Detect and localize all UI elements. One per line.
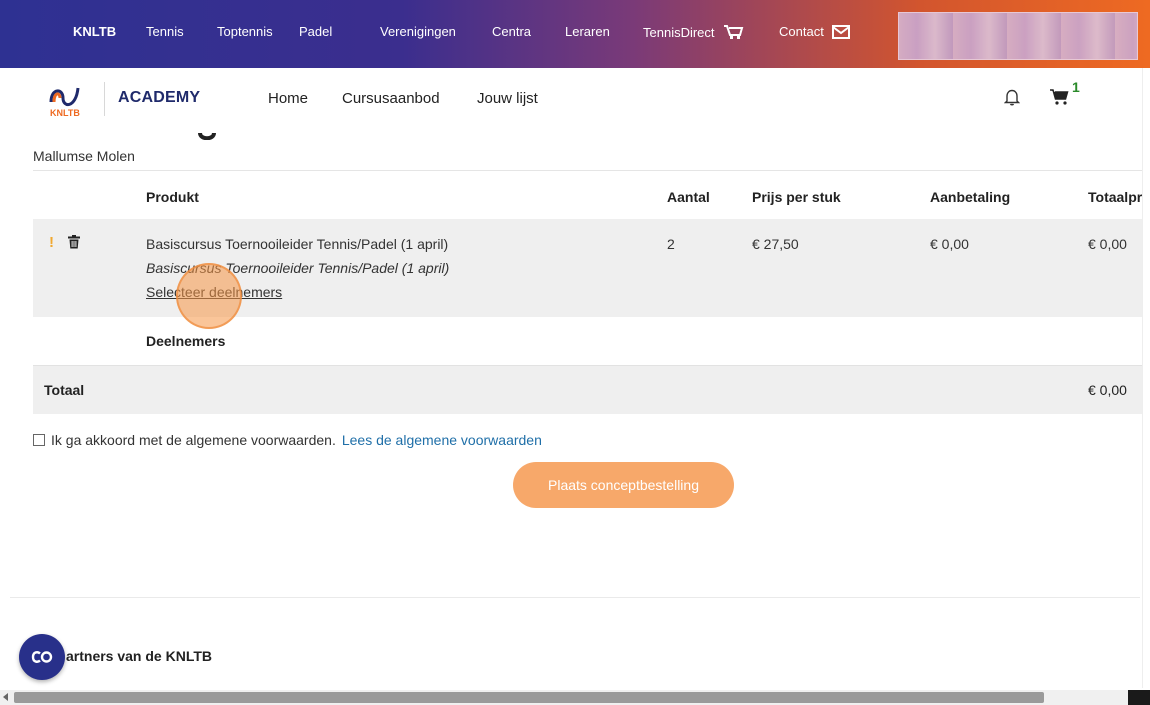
- total-value: € 0,00: [1088, 382, 1127, 398]
- logo-text: KNLTB: [50, 108, 80, 118]
- chat-button[interactable]: [19, 634, 65, 680]
- logo-divider: [104, 82, 105, 116]
- cart-count-badge: 1: [1072, 79, 1080, 95]
- total-label: Totaal: [44, 382, 85, 398]
- col-header-totaalprijs: Totaalpr: [1088, 189, 1143, 205]
- product-deposit: € 0,00: [930, 236, 969, 252]
- terms-text: Ik ga akkoord met de algemene voorwaarde…: [51, 432, 336, 448]
- trash-icon[interactable]: [68, 235, 80, 249]
- shopping-cart-icon: [723, 25, 743, 39]
- product-quantity: 2: [667, 236, 675, 252]
- scroll-left-arrow-icon[interactable]: [3, 693, 8, 701]
- partners-heading: artners van de KNLTB: [66, 648, 212, 664]
- total-row: Totaal € 0,00: [33, 366, 1150, 414]
- terms-agreement: Ik ga akkoord met de algemene voorwaarde…: [33, 432, 542, 448]
- store-name: Mallumse Molen: [33, 148, 135, 164]
- topnav-verenigingen[interactable]: Verenigingen: [380, 24, 456, 39]
- participants-label: Deelnemers: [146, 333, 226, 349]
- product-name: Basiscursus Toernooileider Tennis/Padel …: [146, 236, 449, 252]
- bell-icon[interactable]: [1004, 88, 1020, 106]
- scrollbar-thumb[interactable]: [14, 692, 1044, 703]
- table-row: ! Basiscursus Toernooileider Tennis/Pade…: [33, 219, 1150, 317]
- cart-icon[interactable]: [1050, 89, 1070, 105]
- page-title-fragment: [196, 130, 220, 140]
- terms-checkbox[interactable]: [33, 434, 45, 446]
- knltb-logo[interactable]: KNLTB: [46, 80, 84, 120]
- topnav-centra[interactable]: Centra: [492, 24, 531, 39]
- product-subtitle: Basiscursus Toernooileider Tennis/Padel …: [146, 260, 450, 276]
- nav-jouw-lijst[interactable]: Jouw lijst: [477, 90, 538, 107]
- place-concept-order-button[interactable]: Plaats conceptbestelling: [513, 462, 734, 508]
- topnav-leraren[interactable]: Leraren: [565, 24, 610, 39]
- topnav-padel[interactable]: Padel: [299, 24, 332, 39]
- col-header-aantal: Aantal: [667, 189, 710, 205]
- col-header-prijs: Prijs per stuk: [752, 189, 841, 205]
- table-header-row: Produkt Aantal Prijs per stuk Aanbetalin…: [33, 170, 1150, 220]
- select-participants-link[interactable]: Selecteer deelnemers: [146, 284, 282, 300]
- topnav-tennis[interactable]: Tennis: [146, 24, 184, 39]
- nav-cursusaanbod[interactable]: Cursusaanbod: [342, 90, 440, 107]
- col-header-aanbetaling: Aanbetaling: [930, 189, 1011, 205]
- product-total: € 0,00: [1088, 236, 1127, 252]
- product-price: € 27,50: [752, 236, 799, 252]
- nav-home[interactable]: Home: [268, 90, 308, 107]
- scroll-right-button[interactable]: [1128, 690, 1150, 705]
- infinity-icon: [31, 651, 53, 663]
- terms-link[interactable]: Lees de algemene voorwaarden: [342, 432, 542, 448]
- topnav-tennisdirect[interactable]: TennisDirect: [643, 24, 745, 40]
- warning-icon: !: [49, 234, 54, 251]
- vertical-scrollbar[interactable]: [1142, 68, 1150, 688]
- topnav-knltb[interactable]: KNLTB: [73, 24, 116, 39]
- academy-header: KNLTB ACADEMY Home Cursusaanbod Jouw lij…: [0, 68, 1150, 130]
- col-header-produkt: Produkt: [146, 189, 199, 205]
- horizontal-scrollbar[interactable]: [0, 690, 1150, 705]
- blurred-account-area: [898, 12, 1138, 60]
- participants-row: Deelnemers: [33, 317, 1150, 366]
- topnav-contact-label: Contact: [779, 24, 824, 39]
- brand-academy[interactable]: ACADEMY: [118, 89, 200, 107]
- topnav-toptennis[interactable]: Toptennis: [217, 24, 273, 39]
- topnav-contact[interactable]: Contact: [779, 24, 850, 39]
- footer-divider: [10, 597, 1140, 598]
- topnav-tennisdirect-label: TennisDirect: [643, 24, 715, 40]
- envelope-icon: [831, 24, 850, 39]
